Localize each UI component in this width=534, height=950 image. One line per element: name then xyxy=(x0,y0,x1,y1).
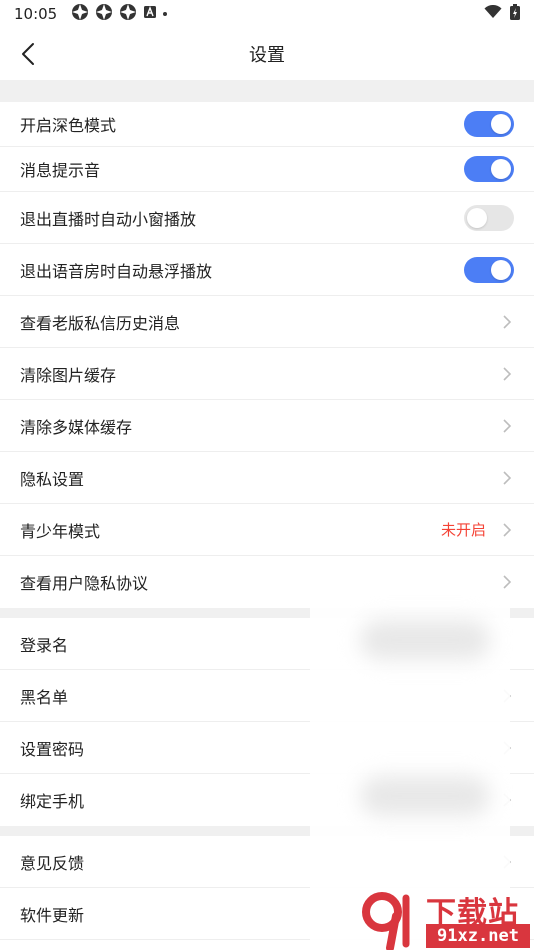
setting-label: 隐私设置 xyxy=(20,469,85,489)
page-title: 设置 xyxy=(249,45,285,66)
watermark-logo-icon xyxy=(362,892,410,950)
chevron-right-icon xyxy=(500,470,514,485)
setting-label: 意见反馈 xyxy=(20,853,85,873)
setting-label: 青少年模式 xyxy=(20,521,101,541)
setting-label: 软件更新 xyxy=(20,905,85,925)
app-notification-icon xyxy=(119,3,137,25)
setting-dark-mode: 开启深色模式 xyxy=(0,102,534,147)
app-notification-icon xyxy=(71,3,89,25)
setting-old-messages[interactable]: 查看老版私信历史消息 xyxy=(0,296,534,348)
setting-voice-room-float: 退出语音房时自动悬浮播放 xyxy=(0,244,534,296)
keyboard-icon xyxy=(143,5,157,23)
status-bar: 10:05 xyxy=(0,0,534,28)
setting-teen-mode[interactable]: 青少年模式 未开启 xyxy=(0,504,534,556)
setting-privacy[interactable]: 隐私设置 xyxy=(0,452,534,504)
chevron-right-icon xyxy=(500,418,514,433)
setting-label: 退出直播时自动小窗播放 xyxy=(20,209,197,229)
setting-label: 查看老版私信历史消息 xyxy=(20,313,181,333)
live-mini-window-toggle[interactable] xyxy=(464,204,514,231)
setting-label: 绑定手机 xyxy=(20,792,85,811)
setting-clear-media-cache[interactable]: 清除多媒体缓存 xyxy=(0,400,534,452)
back-button[interactable] xyxy=(14,40,42,68)
app-notification-icon xyxy=(95,3,113,25)
chevron-left-icon xyxy=(22,43,34,65)
battery-icon xyxy=(510,4,520,24)
more-notifications-icon xyxy=(163,12,168,16)
message-sound-toggle[interactable] xyxy=(464,156,514,182)
setting-label: 查看用户隐私协议 xyxy=(20,574,149,593)
status-time: 10:05 xyxy=(14,5,58,23)
chevron-right-icon xyxy=(500,366,514,381)
wifi-icon xyxy=(484,4,502,23)
setting-label: 清除图片缓存 xyxy=(20,365,117,385)
setting-message-sound: 消息提示音 xyxy=(0,147,534,192)
dark-mode-toggle[interactable] xyxy=(464,111,514,137)
setting-label: 退出语音房时自动悬浮播放 xyxy=(20,261,213,281)
site-watermark: 下载站 91xz.net xyxy=(360,888,532,950)
chevron-right-icon xyxy=(500,575,514,589)
section-divider xyxy=(0,80,534,102)
teen-mode-status: 未开启 xyxy=(440,521,486,539)
settings-group-general: 开启深色模式 消息提示音 退出直播时自动小窗播放 退出语音房时自动悬浮播放 查看… xyxy=(0,102,534,608)
voice-room-float-toggle[interactable] xyxy=(464,256,514,283)
watermark-site: 91xz.net xyxy=(426,924,530,948)
setting-clear-image-cache[interactable]: 清除图片缓存 xyxy=(0,348,534,400)
setting-label: 黑名单 xyxy=(20,687,69,707)
chevron-right-icon xyxy=(500,314,514,329)
chevron-right-icon xyxy=(500,522,514,537)
setting-label: 设置密码 xyxy=(20,739,85,759)
setting-label: 开启深色模式 xyxy=(20,116,117,135)
setting-live-mini-window: 退出直播时自动小窗播放 xyxy=(0,192,534,244)
nav-bar: 设置 xyxy=(0,28,534,80)
setting-label: 消息提示音 xyxy=(20,161,101,180)
setting-label: 登录名 xyxy=(20,635,69,655)
setting-label: 清除多媒体缓存 xyxy=(20,417,133,437)
